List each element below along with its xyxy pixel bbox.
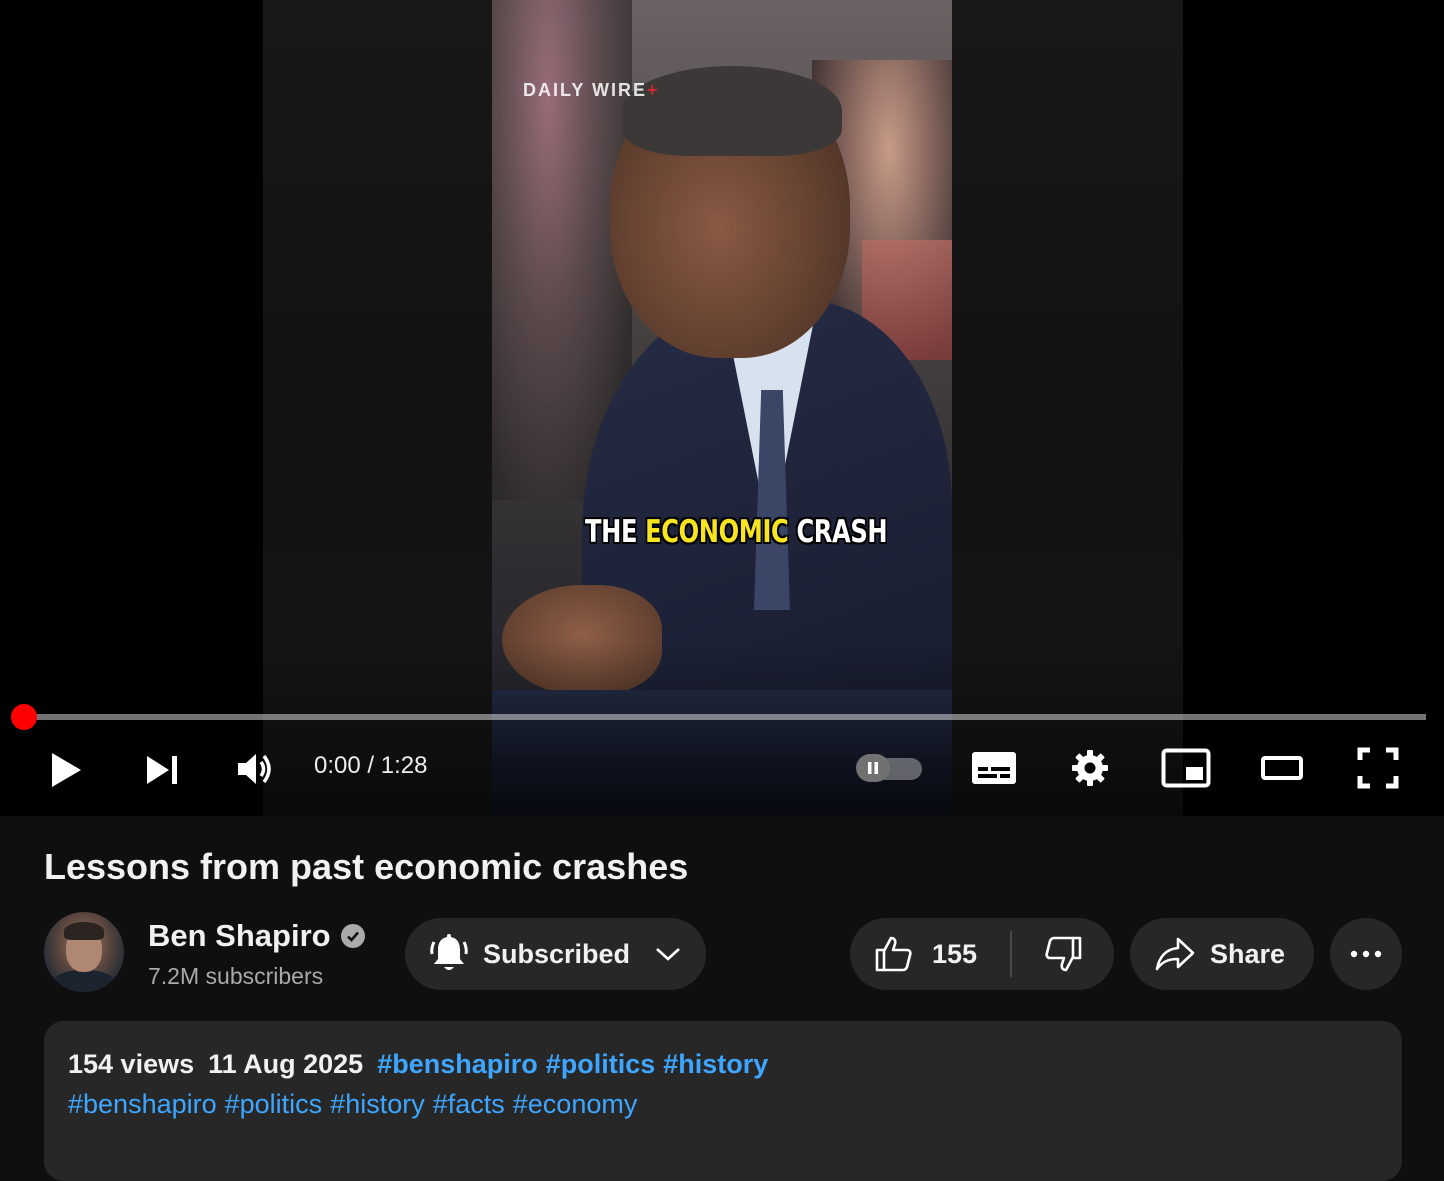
autoplay-toggle[interactable] xyxy=(856,754,922,782)
time-display: 0:00 / 1:28 xyxy=(314,752,427,780)
settings-button[interactable] xyxy=(1068,746,1112,790)
like-count: 155 xyxy=(932,938,978,969)
more-horizontal-icon xyxy=(1350,950,1382,958)
chevron-down-icon xyxy=(656,948,680,961)
subscribed-button[interactable]: Subscribed xyxy=(405,918,706,990)
channel-avatar[interactable] xyxy=(44,912,124,992)
verified-badge-icon xyxy=(340,924,365,948)
avatar-hair xyxy=(64,922,104,940)
subscriber-count: 7.2M subscribers xyxy=(148,963,324,989)
theater-mode-icon xyxy=(1261,756,1303,780)
dislike-button[interactable] xyxy=(1012,918,1114,990)
subtitles-button[interactable] xyxy=(970,748,1018,788)
next-button[interactable] xyxy=(140,748,184,792)
progress-bar[interactable] xyxy=(24,714,1426,720)
play-button[interactable] xyxy=(44,748,88,792)
hashtag-link[interactable]: #history xyxy=(663,1049,768,1080)
gear-icon xyxy=(1072,750,1108,786)
play-icon xyxy=(52,753,81,787)
top-hashtags: #benshapiro #politics #history xyxy=(377,1049,768,1080)
upload-date: 11 Aug 2025 xyxy=(208,1049,364,1079)
subscribed-label: Subscribed xyxy=(483,938,631,969)
pause-icon xyxy=(868,762,878,774)
more-actions-button[interactable] xyxy=(1330,918,1402,990)
fullscreen-button[interactable] xyxy=(1354,744,1402,792)
hashtag-link[interactable]: #politics xyxy=(546,1049,656,1080)
hashtag-link[interactable]: #economy xyxy=(513,1089,638,1120)
watermark-plus: + xyxy=(647,80,660,100)
thumbs-up-icon xyxy=(875,936,912,972)
share-icon xyxy=(1155,937,1195,971)
miniplayer-button[interactable] xyxy=(1160,746,1212,790)
subtitles-icon xyxy=(972,752,1016,784)
video-caption: THE ECONOMIC CRASH xyxy=(585,514,888,550)
thumbs-down-icon xyxy=(1045,936,1082,972)
description-box[interactable]: 154 views 11 Aug 2025 #benshapiro #polit… xyxy=(44,1021,1402,1181)
miniplayer-icon xyxy=(1161,748,1211,788)
caption-word-highlight: ECONOMIC xyxy=(645,514,789,550)
hashtag-link[interactable]: #facts xyxy=(433,1089,505,1120)
like-button[interactable]: 155 xyxy=(850,918,1010,990)
hashtag-link[interactable]: #history xyxy=(330,1089,425,1120)
description-hashtags: #benshapiro #politics #history #facts #e… xyxy=(68,1089,637,1120)
bell-icon xyxy=(430,934,468,970)
description-meta: 154 views 11 Aug 2025 #benshapiro #polit… xyxy=(68,1049,768,1080)
volume-button[interactable] xyxy=(232,746,278,792)
share-button[interactable]: Share xyxy=(1130,918,1314,990)
channel-name-row[interactable]: Ben Shapiro xyxy=(148,918,365,954)
time-total: 1:28 xyxy=(380,752,428,779)
hashtag-link[interactable]: #benshapiro xyxy=(377,1049,538,1080)
caption-word-1: THE xyxy=(585,514,638,550)
video-player[interactable]: DAILY WIRE+ THE ECONOMIC CRASH 0:00 / 1:… xyxy=(0,0,1444,816)
avatar-body xyxy=(52,970,116,992)
channel-name[interactable]: Ben Shapiro xyxy=(148,918,331,954)
time-current: 0:00 xyxy=(314,752,361,779)
fullscreen-icon xyxy=(1357,747,1399,789)
time-separator: / xyxy=(360,752,381,779)
hashtag-link[interactable]: #benshapiro xyxy=(68,1089,217,1120)
next-icon xyxy=(147,756,177,784)
video-title: Lessons from past economic crashes xyxy=(44,846,689,887)
watermark-text: DAILY WIRE xyxy=(523,80,648,100)
checkmark-icon xyxy=(346,931,359,942)
progress-scrubber[interactable] xyxy=(11,704,37,730)
share-label: Share xyxy=(1210,938,1286,969)
controls-gradient xyxy=(0,640,1444,816)
view-count: 154 views xyxy=(68,1049,195,1079)
volume-icon xyxy=(238,754,271,784)
channel-watermark: DAILY WIRE+ xyxy=(523,80,660,101)
theater-mode-button[interactable] xyxy=(1258,748,1306,788)
autoplay-knob xyxy=(856,754,890,782)
like-dislike-group: 155 xyxy=(850,918,1114,990)
caption-word-3: CRASH xyxy=(796,514,888,550)
hashtag-link[interactable]: #politics xyxy=(225,1089,323,1120)
